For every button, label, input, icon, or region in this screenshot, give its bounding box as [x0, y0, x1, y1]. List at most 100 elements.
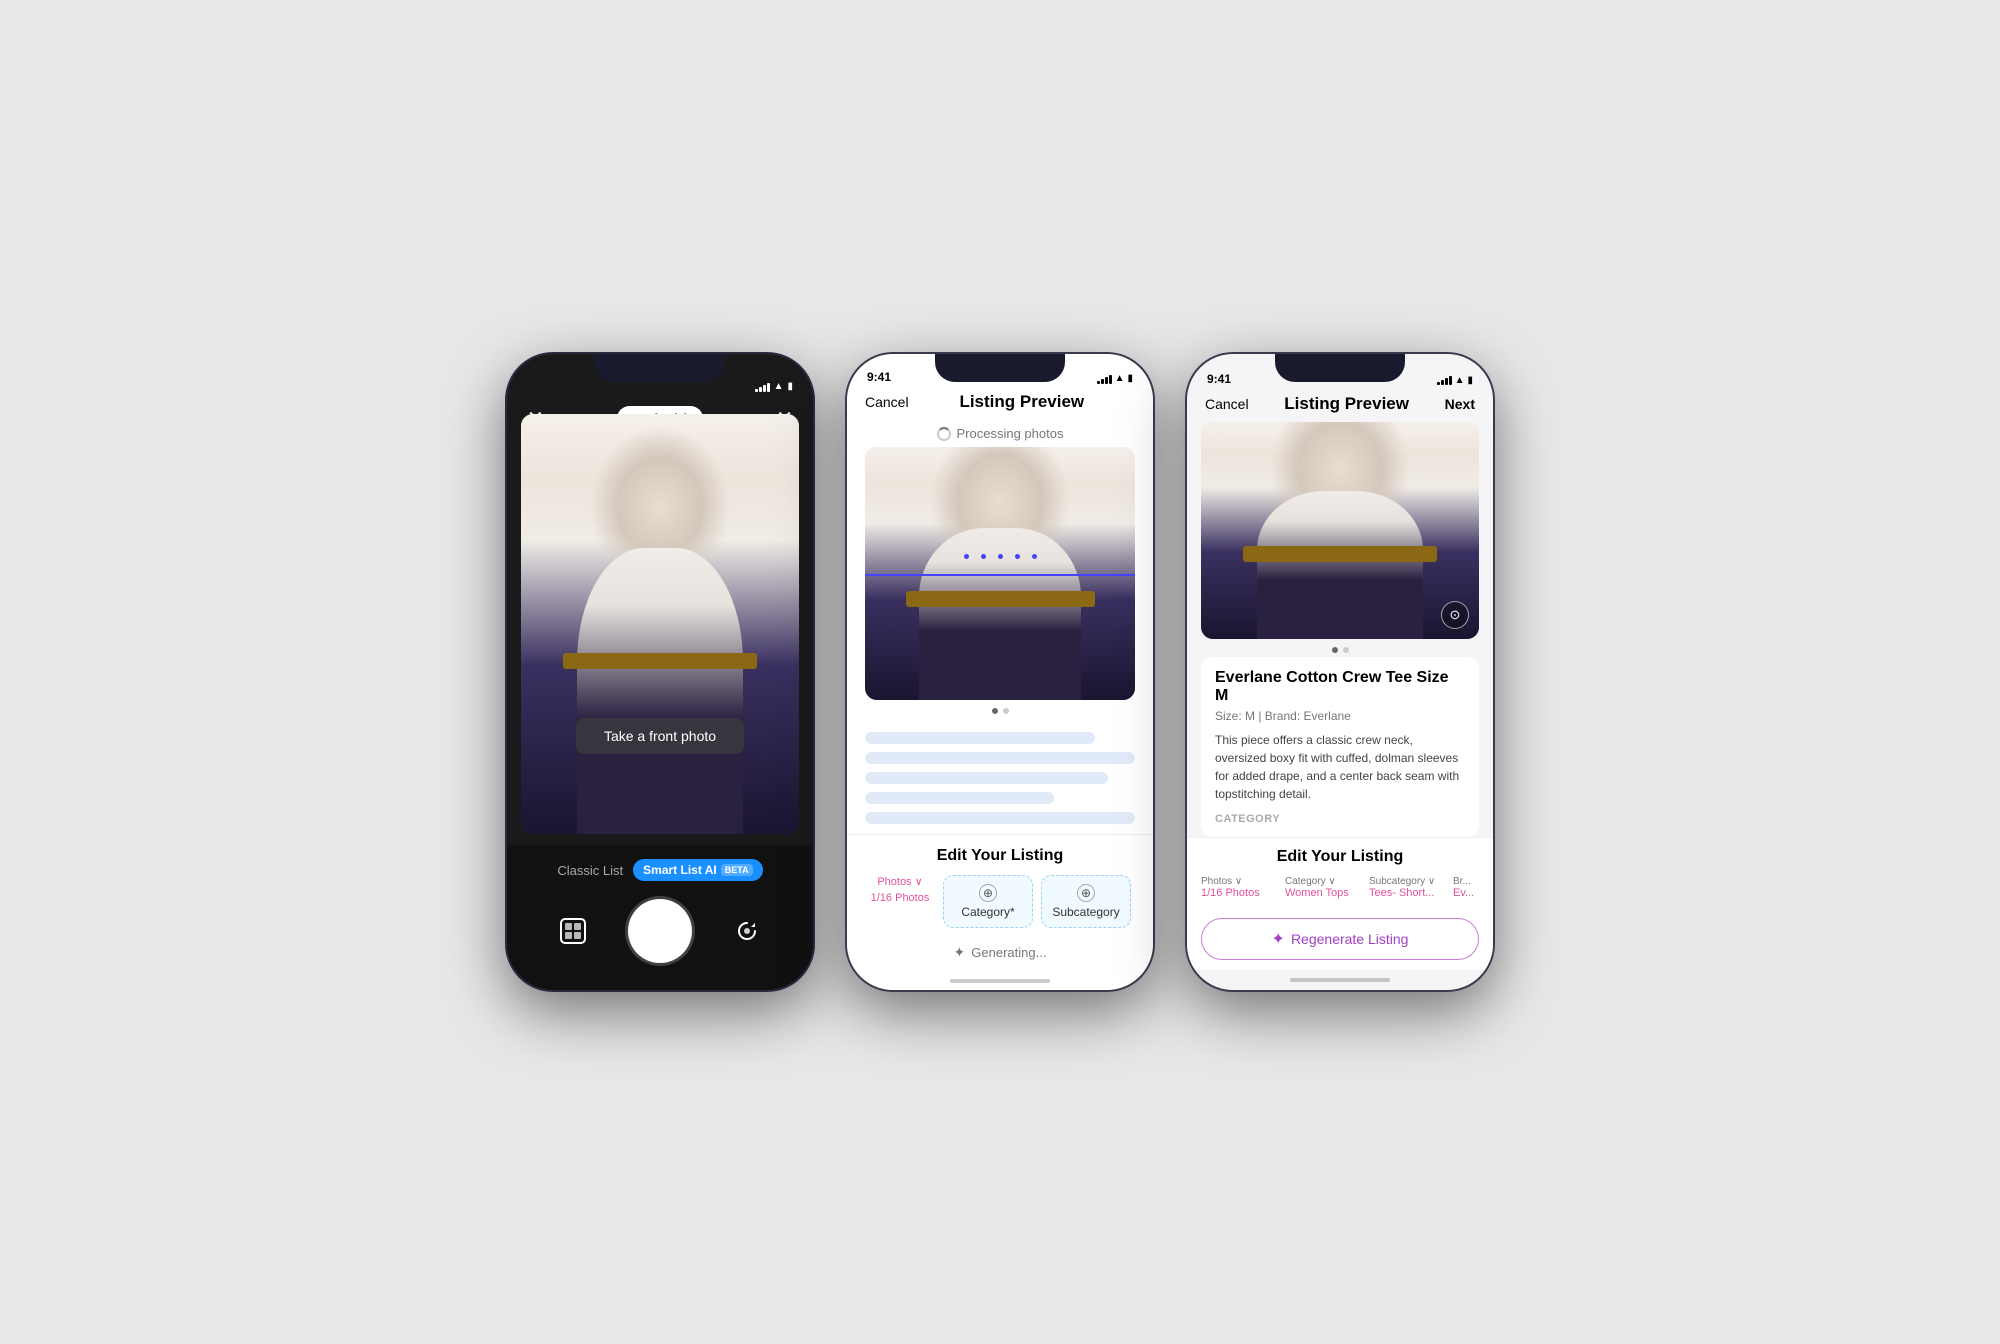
- wifi-icon-2: ▲: [1115, 373, 1125, 384]
- listing-photo-3[interactable]: ⊙: [1201, 422, 1479, 639]
- notch-2: [935, 354, 1065, 382]
- subcategory-icon: ⊕: [1077, 884, 1095, 902]
- tab-subcategory-2[interactable]: ⊕ Subcategory: [1041, 875, 1131, 928]
- tab3-photos-label: Photos ∨: [1201, 876, 1242, 887]
- nav-bar-2: Cancel Listing Preview: [847, 390, 1153, 420]
- camera-bottom: Classic List Smart List AI BETA: [507, 845, 813, 990]
- shutter-button[interactable]: [628, 899, 692, 963]
- home-indicator-3: [1187, 970, 1493, 990]
- category-label-tab: Category*: [961, 905, 1014, 919]
- status-icons-3: ▲ ▮: [1437, 375, 1473, 386]
- tabs-row-3[interactable]: Photos ∨ 1/16 Photos Category ∨ Women To…: [1201, 876, 1479, 910]
- sparkle-icon-2: ✦: [954, 944, 966, 961]
- skeleton-line-4: [865, 792, 1054, 804]
- edit-title-3: Edit Your Listing: [1201, 848, 1479, 866]
- listing-preview-title-2: Listing Preview: [959, 392, 1084, 412]
- battery-icon-3: ▮: [1467, 375, 1473, 386]
- tab3-subcategory-value: Tees- Short...: [1369, 887, 1434, 899]
- category-section-label: CATEGORY: [1215, 813, 1465, 825]
- notch-3: [1275, 354, 1405, 382]
- status-bar-3: 9:41 ▲ ▮: [1187, 354, 1493, 392]
- cancel-button-2[interactable]: Cancel: [865, 394, 909, 410]
- signal-bar-1: [755, 389, 758, 392]
- listing-mode-bar: Classic List Smart List AI BETA: [557, 859, 762, 881]
- tab-category-2[interactable]: ⊕ Category*: [943, 875, 1033, 928]
- edit-listing-section-3: Edit Your Listing Photos ∨ 1/16 Photos C…: [1187, 837, 1493, 970]
- status-time-3: 9:41: [1207, 372, 1231, 386]
- next-button-3[interactable]: Next: [1445, 396, 1475, 412]
- camera-bg: ▲ ▮ ✕ Drafts (7) ✕ Take a front photo: [507, 354, 813, 990]
- photos-label: Photos ∨: [877, 875, 922, 888]
- camera-prompt: Take a front photo: [576, 718, 744, 754]
- nav-bar-3: Cancel Listing Preview Next: [1187, 392, 1493, 422]
- scan-line: [865, 574, 1135, 576]
- regenerate-listing-button[interactable]: ✦ Regenerate Listing: [1201, 918, 1479, 960]
- processing-text: Processing photos: [957, 426, 1064, 441]
- phone-1-camera: ▲ ▮ ✕ Drafts (7) ✕ Take a front photo: [505, 352, 815, 992]
- tab3-category[interactable]: Category ∨ Women Tops: [1285, 876, 1353, 910]
- tab-photos-2[interactable]: Photos ∨ 1/16 Photos: [865, 875, 935, 928]
- status-bar-2: 9:41 ▲ ▮: [847, 354, 1153, 390]
- skeleton-line-3: [865, 772, 1108, 784]
- tabs-row-2[interactable]: Photos ∨ 1/16 Photos ⊕ Category* ⊕ Subca…: [865, 875, 1135, 928]
- signal-icon: [755, 382, 770, 392]
- status-bar-1: ▲ ▮: [507, 354, 813, 398]
- signal-icon-3: [1437, 375, 1452, 385]
- gallery-icon: [559, 917, 587, 945]
- classic-list-label[interactable]: Classic List: [557, 863, 623, 878]
- skeleton-line-2: [865, 752, 1135, 764]
- phone-3-screen: 9:41 ▲ ▮ Cancel: [1187, 354, 1493, 990]
- wifi-icon: ▲: [774, 381, 784, 392]
- tab3-brand-value: Ev...: [1453, 887, 1474, 899]
- status-icons-2: ▲ ▮: [1097, 373, 1133, 384]
- camera-overlay-icon: ⊙: [1441, 601, 1469, 629]
- tab3-category-label: Category ∨: [1285, 876, 1336, 887]
- edit-listing-section-2: Edit Your Listing Photos ∨ 1/16 Photos ⊕…: [847, 834, 1153, 934]
- tab3-subcategory-label: Subcategory ∨: [1369, 876, 1435, 887]
- phones-container: ▲ ▮ ✕ Drafts (7) ✕ Take a front photo: [505, 352, 1495, 992]
- wifi-icon-3: ▲: [1455, 375, 1465, 386]
- generating-row: ✦ Generating...: [847, 934, 1153, 971]
- category-icon: ⊕: [979, 884, 997, 902]
- beta-tag: BETA: [721, 864, 753, 876]
- phone-3-content: 9:41 ▲ ▮ Cancel: [1187, 354, 1493, 990]
- battery-icon: ▮: [787, 381, 793, 392]
- camera-controls: [507, 899, 813, 963]
- tab3-photos-value: 1/16 Photos: [1201, 887, 1260, 899]
- signal-bar-2: [759, 387, 762, 392]
- subcategory-label-tab: Subcategory: [1052, 905, 1119, 919]
- phone-2-screen: 9:41 ▲ ▮ Cancel: [847, 354, 1153, 990]
- flip-camera-button[interactable]: [729, 913, 765, 949]
- tab3-brand[interactable]: Br... Ev...: [1453, 876, 1479, 910]
- smart-list-badge[interactable]: Smart List AI BETA: [633, 859, 762, 881]
- sparkle-icon-3: ✦: [1272, 929, 1285, 949]
- skeleton-line-1: [865, 732, 1095, 744]
- processing-spinner: [937, 427, 951, 441]
- tab3-subcategory[interactable]: Subcategory ∨ Tees- Short...: [1369, 876, 1437, 910]
- person-figure-3: [1201, 422, 1479, 639]
- signal-bar-3: [763, 385, 766, 392]
- tab3-photos[interactable]: Photos ∨ 1/16 Photos: [1201, 876, 1269, 910]
- photo-carousel-2[interactable]: [865, 447, 1135, 700]
- tab3-category-value: Women Tops: [1285, 887, 1349, 899]
- battery-icon-2: ▮: [1127, 373, 1133, 384]
- skeleton-line-5: [865, 812, 1135, 824]
- listing-preview-title-3: Listing Preview: [1284, 394, 1409, 414]
- phone-2-content: 9:41 ▲ ▮ Cancel: [847, 354, 1153, 990]
- status-time-2: 9:41: [867, 370, 891, 384]
- cancel-button-3[interactable]: Cancel: [1205, 396, 1249, 412]
- home-indicator-2: [847, 971, 1153, 990]
- smart-list-label: Smart List AI: [643, 863, 717, 877]
- regen-text: Regenerate Listing: [1291, 931, 1409, 947]
- photos-value: 1/16 Photos: [871, 892, 930, 904]
- generating-text: Generating...: [971, 945, 1046, 960]
- processing-row: Processing photos: [847, 420, 1153, 447]
- listing-dots: [1187, 647, 1493, 653]
- signal-bar-4: [767, 383, 770, 392]
- signal-icon-2: [1097, 374, 1112, 384]
- listing-title: Everlane Cotton Crew Tee Size M: [1215, 669, 1465, 705]
- gallery-button[interactable]: [555, 913, 591, 949]
- flip-camera-icon: [733, 917, 761, 945]
- edit-title-2: Edit Your Listing: [865, 847, 1135, 865]
- scan-dots: [865, 554, 1135, 559]
